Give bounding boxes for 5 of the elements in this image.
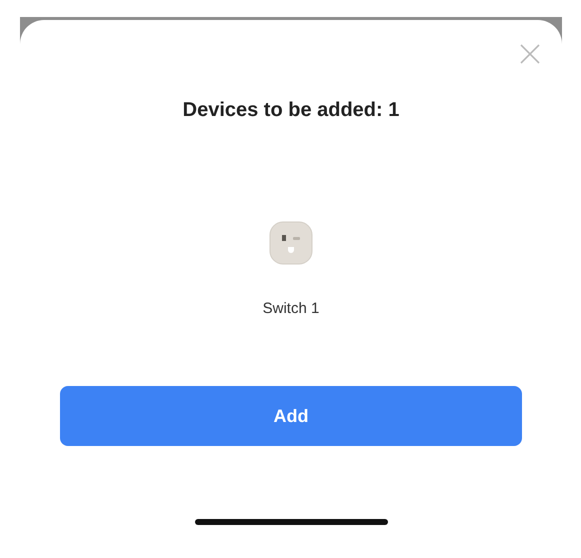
add-button[interactable]: Add <box>60 386 522 446</box>
close-icon[interactable] <box>520 44 540 64</box>
smart-plug-icon <box>268 220 314 266</box>
device-name: Switch 1 <box>262 300 320 317</box>
dialog-title: Devices to be added: 1 <box>182 99 400 122</box>
